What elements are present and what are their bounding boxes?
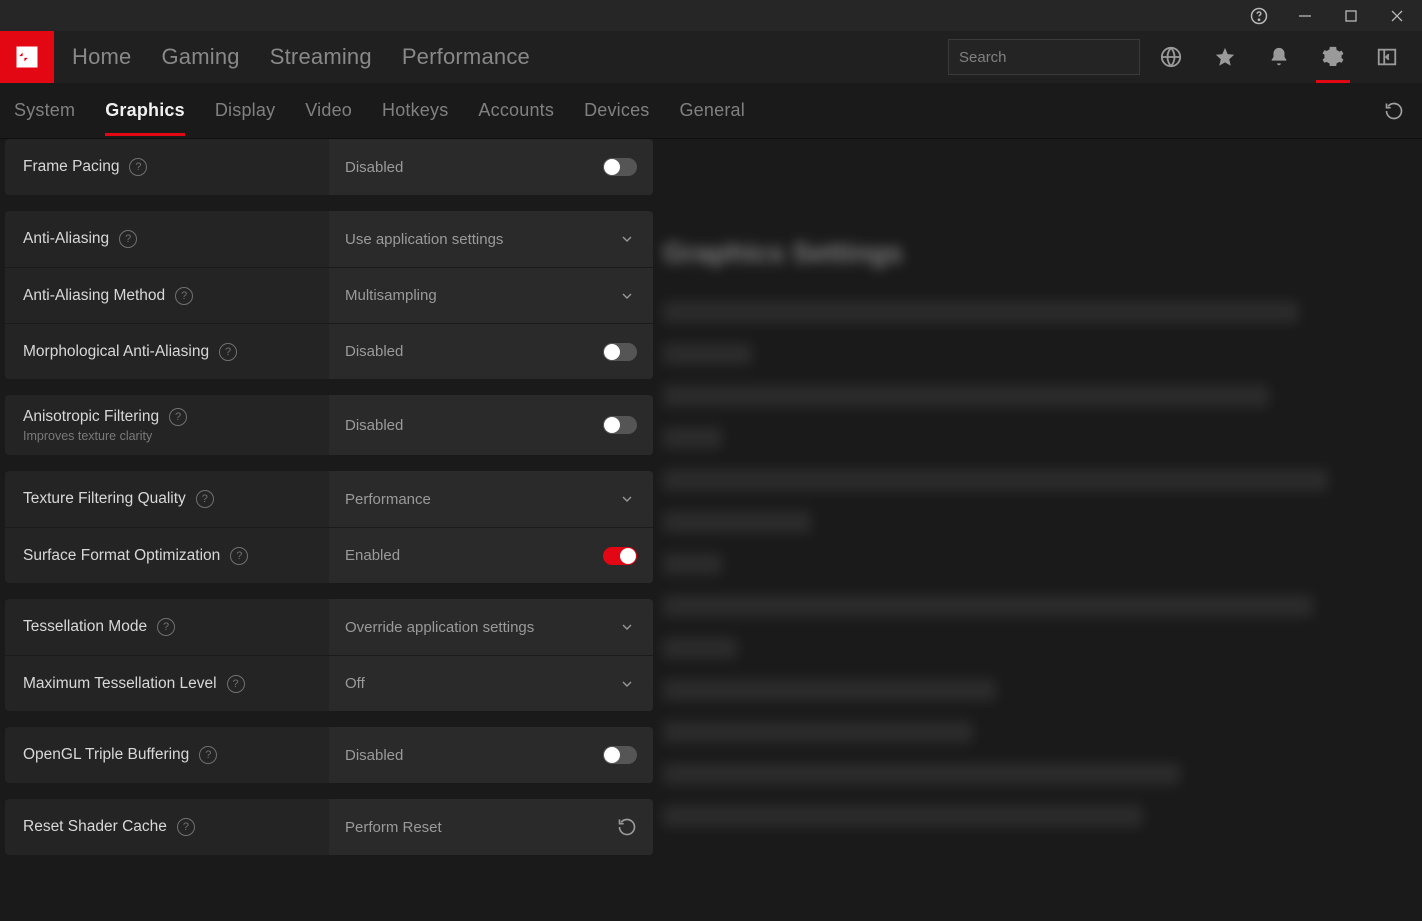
help-icon[interactable]: ? bbox=[230, 547, 248, 565]
chevron-down-icon bbox=[619, 288, 635, 304]
tab-devices[interactable]: Devices bbox=[584, 86, 649, 135]
star-icon[interactable] bbox=[1212, 44, 1238, 70]
tess-mode-select[interactable]: Override application settings bbox=[329, 599, 653, 655]
help-icon[interactable]: ? bbox=[219, 343, 237, 361]
main-nav-bar: Home Gaming Streaming Performance bbox=[0, 31, 1422, 83]
help-icon[interactable]: ? bbox=[177, 818, 195, 836]
settings-column: Frame Pacing ? Disabled Anti-Aliasing ? bbox=[0, 139, 653, 921]
nav-performance[interactable]: Performance bbox=[402, 44, 530, 70]
anti-aliasing-select[interactable]: Use application settings bbox=[329, 211, 653, 267]
right-panel-heading: Graphics Settings bbox=[663, 237, 1402, 269]
help-icon[interactable]: ? bbox=[196, 490, 214, 508]
anti-aliasing-row: Anti-Aliasing ? Use application settings bbox=[5, 211, 653, 267]
aa-method-select[interactable]: Multisampling bbox=[329, 268, 653, 323]
max-tess-row: Maximum Tessellation Level ? Off bbox=[5, 655, 653, 711]
web-icon[interactable] bbox=[1158, 44, 1184, 70]
reset-shader-row: Reset Shader Cache ? Perform Reset bbox=[5, 799, 653, 855]
tab-display[interactable]: Display bbox=[215, 86, 275, 135]
help-icon[interactable]: ? bbox=[129, 158, 147, 176]
aa-method-row: Anti-Aliasing Method ? Multisampling bbox=[5, 267, 653, 323]
tab-system[interactable]: System bbox=[14, 86, 75, 135]
tex-filter-select[interactable]: Performance bbox=[329, 471, 653, 527]
chevron-down-icon bbox=[619, 676, 635, 692]
chevron-down-icon bbox=[619, 619, 635, 635]
help-icon[interactable]: ? bbox=[199, 746, 217, 764]
anisotropic-toggle[interactable] bbox=[603, 416, 637, 434]
maximize-icon[interactable] bbox=[1328, 0, 1374, 31]
tab-hotkeys[interactable]: Hotkeys bbox=[382, 86, 448, 135]
tab-general[interactable]: General bbox=[679, 86, 744, 135]
sub-tabs: System Graphics Display Video Hotkeys Ac… bbox=[0, 83, 1422, 139]
frame-pacing-row: Frame Pacing ? Disabled bbox=[5, 139, 653, 195]
nav-gaming[interactable]: Gaming bbox=[162, 44, 240, 70]
ogl-triple-row: OpenGL Triple Buffering ? Disabled bbox=[5, 727, 653, 783]
chevron-down-icon bbox=[619, 491, 635, 507]
help-icon[interactable]: ? bbox=[119, 230, 137, 248]
morph-aa-toggle[interactable] bbox=[603, 343, 637, 361]
help-icon[interactable]: ? bbox=[169, 408, 187, 426]
nav-home[interactable]: Home bbox=[72, 44, 132, 70]
tess-mode-row: Tessellation Mode ? Override application… bbox=[5, 599, 653, 655]
titlebar bbox=[0, 0, 1422, 31]
tex-filter-row: Texture Filtering Quality ? Performance bbox=[5, 471, 653, 527]
tab-accounts[interactable]: Accounts bbox=[478, 86, 554, 135]
search-input[interactable] bbox=[959, 49, 1158, 66]
tab-graphics[interactable]: Graphics bbox=[105, 86, 185, 135]
amd-logo[interactable] bbox=[0, 31, 54, 83]
sidebar-toggle-icon[interactable] bbox=[1374, 44, 1400, 70]
reset-shader-button[interactable]: Perform Reset bbox=[329, 799, 653, 855]
help-icon[interactable]: ? bbox=[175, 287, 193, 305]
reset-to-default-icon[interactable] bbox=[1380, 97, 1408, 125]
close-icon[interactable] bbox=[1374, 0, 1420, 31]
frame-pacing-label: Frame Pacing ? bbox=[5, 139, 329, 195]
surface-fmt-row: Surface Format Optimization ? Enabled bbox=[5, 527, 653, 583]
blurred-info-panel: Graphics Settings bbox=[653, 139, 1422, 921]
surface-fmt-toggle[interactable] bbox=[603, 547, 637, 565]
help-icon[interactable] bbox=[1236, 0, 1282, 31]
chevron-down-icon bbox=[619, 231, 635, 247]
search-box[interactable] bbox=[948, 39, 1140, 75]
help-icon[interactable]: ? bbox=[157, 618, 175, 636]
frame-pacing-toggle[interactable] bbox=[603, 158, 637, 176]
anisotropic-row: Anisotropic Filtering ? Improves texture… bbox=[5, 395, 653, 455]
tab-video[interactable]: Video bbox=[305, 86, 352, 135]
content-area: Frame Pacing ? Disabled Anti-Aliasing ? bbox=[0, 139, 1422, 921]
help-icon[interactable]: ? bbox=[227, 675, 245, 693]
nav-streaming[interactable]: Streaming bbox=[270, 44, 372, 70]
reset-icon bbox=[617, 817, 637, 837]
morph-aa-row: Morphological Anti-Aliasing ? Disabled bbox=[5, 323, 653, 379]
bell-icon[interactable] bbox=[1266, 44, 1292, 70]
max-tess-select[interactable]: Off bbox=[329, 656, 653, 711]
minimize-icon[interactable] bbox=[1282, 0, 1328, 31]
frame-pacing-control: Disabled bbox=[329, 139, 653, 195]
ogl-triple-toggle[interactable] bbox=[603, 746, 637, 764]
gear-icon[interactable] bbox=[1320, 44, 1346, 70]
